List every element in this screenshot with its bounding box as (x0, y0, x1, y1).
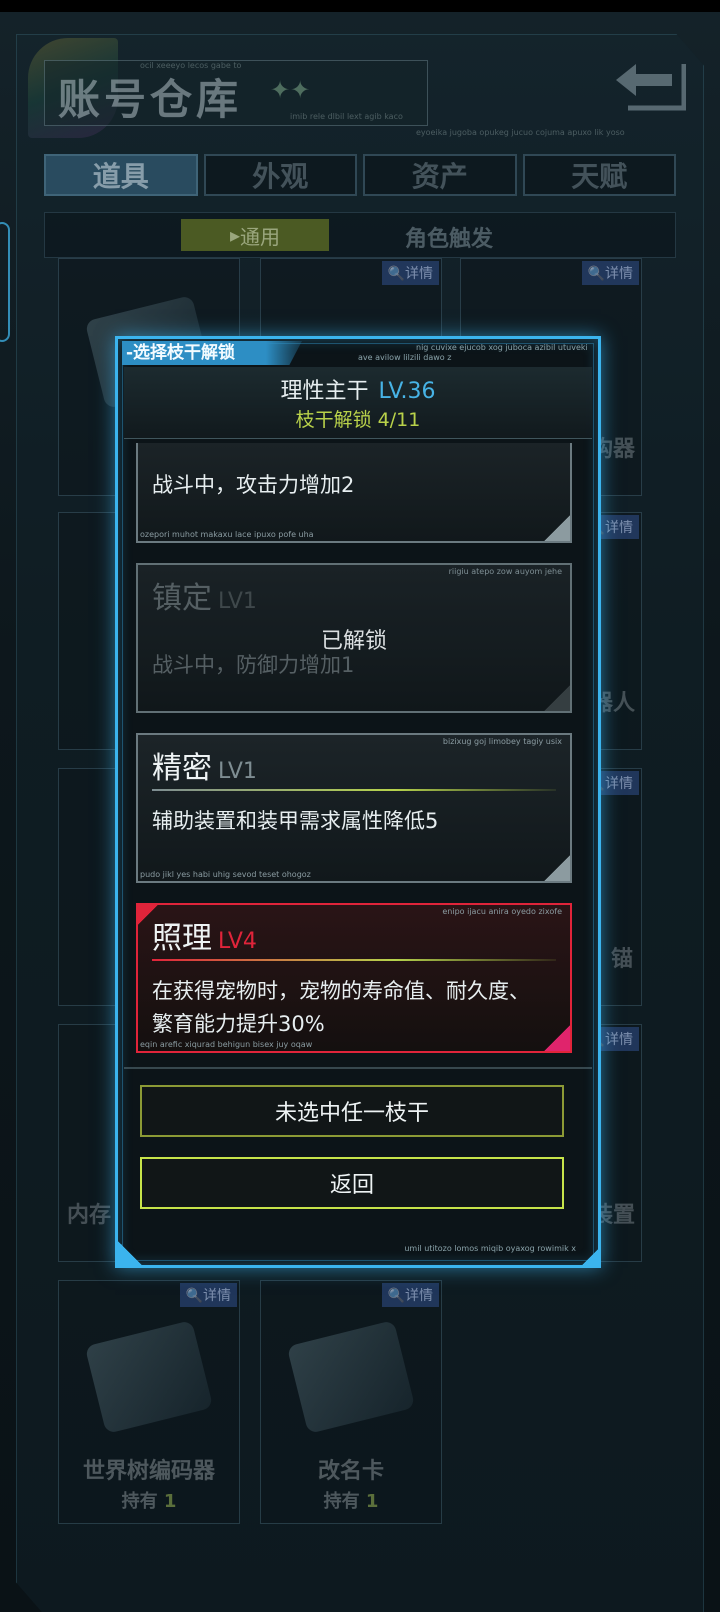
trunk-header: 理性主干 LV.36 枝干解锁 4/11 (124, 367, 592, 439)
card-corner-decoration (544, 685, 570, 711)
card-corner-decoration (544, 1025, 570, 1051)
decorative-text: ozepori muhot makaxu lace ipuxo pofe uha (140, 530, 314, 539)
item-name: 改名卡 (317, 1459, 384, 1484)
owned-label: 持有 (121, 1491, 158, 1512)
detail-button[interactable]: 🔍详情 (179, 1283, 237, 1307)
tab-assets[interactable]: 资产 (363, 154, 517, 196)
decorative-text: ave avilow lilzili dawo z (358, 353, 452, 362)
decorative-text: umil utitozo lomos miqib oyaxog rowimik … (404, 1244, 576, 1253)
subtab-common-label: 通用 (240, 224, 281, 249)
item-image (84, 1320, 214, 1434)
subtab-character[interactable]: 角色触发 (405, 221, 493, 253)
decorative-text: nig cuvixe ejucob xog juboca azibil utuv… (416, 343, 588, 352)
trunk-level: LV.36 (378, 379, 436, 404)
item-owned: 持有 1 (261, 1487, 441, 1513)
decorative-text: imib rele dlbil lext agib kaco (290, 112, 403, 121)
unlock-progress: 枝干解锁 4/11 (295, 409, 421, 431)
dialog-corner-decoration (582, 1249, 598, 1265)
tab-appearance[interactable]: 外观 (203, 154, 357, 196)
branch-name: 照理 LV4 (152, 913, 257, 957)
tab-items[interactable]: 道具 (44, 154, 198, 196)
branch-divider (152, 959, 556, 961)
return-button[interactable]: 返回 (140, 1157, 564, 1209)
decorative-text: eyoeika jugoba opukeg jucuo cojuma apuxo… (416, 128, 625, 137)
branch-description: 辅助装置和装甲需求属性降低5 (152, 809, 439, 833)
branch-list[interactable]: 战斗中，攻击力增加2 ozepori muhot makaxu lace ipu… (136, 443, 572, 1059)
back-arrow-icon[interactable] (606, 56, 686, 116)
item-card-world-tree-encoder[interactable]: 🔍详情 世界树编码器 持有 1 (58, 1280, 240, 1524)
item-name: 世界树编码器 (82, 1459, 215, 1484)
branch-unlock-dialog: -选择枝干解锁 nig cuvixe ejucob xog juboca azi… (115, 336, 601, 1268)
branch-level: LV1 (218, 589, 257, 614)
item-name-partial: 锚 (611, 947, 634, 972)
detail-button[interactable]: 🔍详情 (581, 261, 639, 285)
dialog-divider (124, 1067, 592, 1069)
page-title: 账号仓库 (58, 75, 243, 124)
detail-button[interactable]: 🔍详情 (381, 261, 439, 285)
owned-count: 1 (163, 1491, 177, 1512)
subtab-common[interactable]: ▸ 通用 (181, 219, 329, 251)
dialog-corner-decoration (118, 1241, 142, 1265)
tab-talent[interactable]: 天赋 (522, 154, 676, 196)
branch-divider (152, 789, 556, 791)
decorative-text: enipo ijacu anira oyedo zixofe (442, 907, 562, 916)
trunk-name: 理性主干 (280, 379, 369, 404)
dialog-tag: -选择枝干解锁 (122, 341, 302, 365)
decorative-text: pudo jikl yes habi uhig sevod teset ohog… (140, 870, 311, 879)
branch-name-text: 照理 (152, 921, 212, 956)
detail-label: 详情 (605, 776, 633, 792)
no-branch-selected-button[interactable]: 未选中任一枝干 (140, 1085, 564, 1137)
status-bar (0, 0, 720, 12)
branch-card-calm[interactable]: riigiu atepo zow auyom jehe 镇定 LV1 已解锁 战斗… (136, 563, 572, 713)
decorative-text: ocil xeeeyo lecos gabe to (140, 61, 242, 70)
decorative-text: riigiu atepo zow auyom jehe (448, 567, 562, 576)
detail-label: 详情 (605, 266, 633, 282)
detail-label: 详情 (605, 520, 633, 536)
branch-name: 镇定 LV1 (152, 573, 257, 617)
detail-label: 详情 (405, 266, 433, 282)
branch-card-precise[interactable]: bizixug goj limobey tagiy usix 精密 LV1 辅助装… (136, 733, 572, 883)
owned-label: 持有 (323, 1491, 360, 1512)
branch-description: 战斗中，攻击力增加2 (152, 473, 355, 497)
card-corner-decoration (544, 515, 570, 541)
detail-button[interactable]: 🔍详情 (381, 1283, 439, 1307)
item-owned: 持有 1 (59, 1487, 239, 1513)
branch-level: LV1 (218, 759, 257, 784)
branch-level: LV4 (218, 929, 257, 954)
branch-description: 战斗中，防御力增加1 (152, 653, 355, 677)
branch-description: 在获得宠物时，宠物的寿命值、耐久度、繁育能力提升30% (152, 979, 530, 1036)
detail-label: 详情 (605, 1032, 633, 1048)
decorative-text: bizixug goj limobey tagiy usix (442, 737, 562, 746)
detail-label: 详情 (203, 1288, 231, 1304)
side-drawer-handle[interactable] (0, 222, 10, 342)
item-name-partial: 内存 (67, 1203, 112, 1228)
branch-name-text: 镇定 (152, 581, 212, 616)
item-card-rename-card[interactable]: 🔍详情 改名卡 持有 1 (260, 1280, 442, 1524)
subtab-bar: ▸ 通用 角色触发 (44, 212, 676, 258)
branch-card-care[interactable]: enipo ijacu anira oyedo zixofe 照理 LV4 在获得… (136, 903, 572, 1053)
branch-card-attack[interactable]: 战斗中，攻击力增加2 ozepori muhot makaxu lace ipu… (136, 443, 572, 543)
item-image (286, 1320, 416, 1434)
branch-name-text: 精密 (152, 751, 212, 786)
branch-name: 精密 LV1 (152, 743, 257, 787)
category-tabs: 道具 外观 资产 天赋 (44, 154, 676, 196)
detail-label: 详情 (405, 1288, 433, 1304)
decorative-text: eqin arefic xiqurad behigun bisex juy oq… (140, 1040, 313, 1049)
trunk-title: 理性主干 LV.36 (124, 373, 592, 405)
card-corner-decoration (544, 855, 570, 881)
owned-count: 1 (365, 1491, 379, 1512)
sparkle-icon: ✦✦ (270, 76, 311, 104)
